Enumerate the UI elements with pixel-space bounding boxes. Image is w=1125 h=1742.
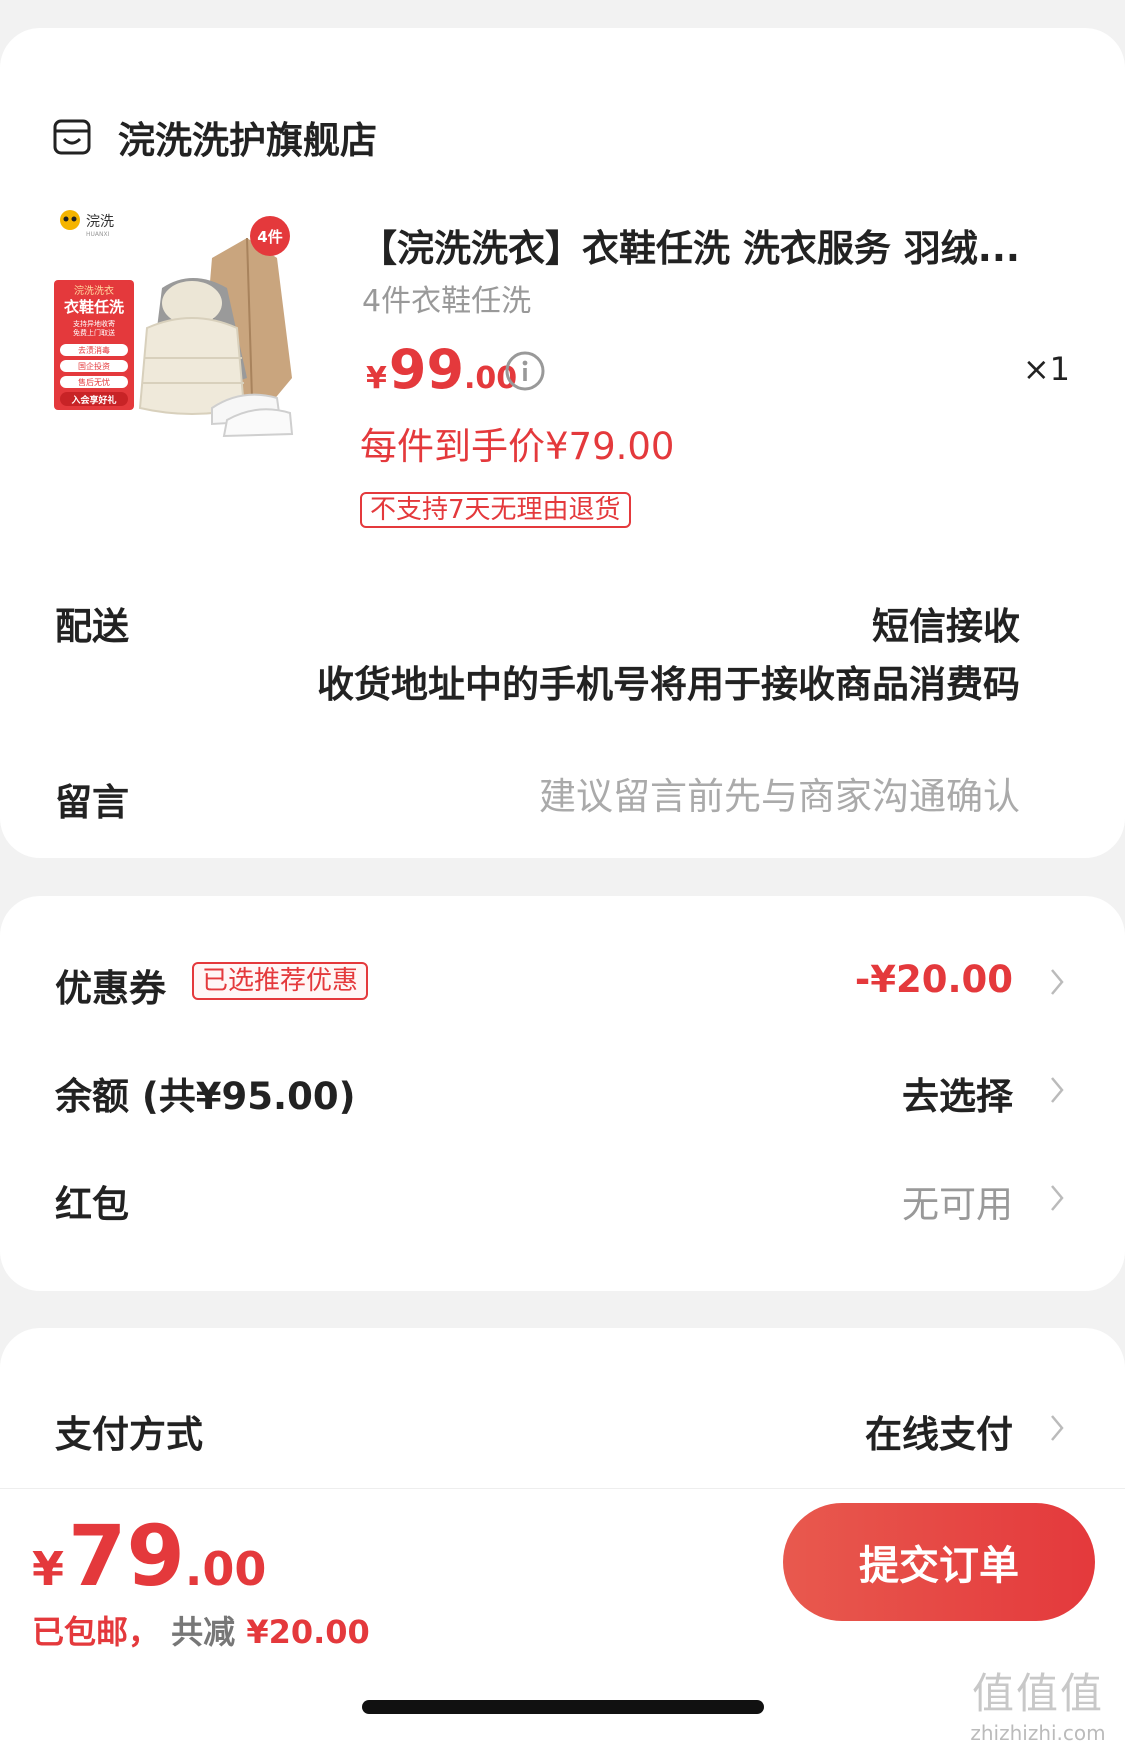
product-thumbnail[interactable]: 浣洗 HUANXI 4件 浣洗洗衣 衣鞋任洗 支持异地收寄 免费上门取送 去渍消… <box>52 198 324 470</box>
info-icon[interactable] <box>504 350 546 392</box>
watermark: 值值值 zhizhizhi.com <box>963 1660 1113 1742</box>
store-icon <box>53 119 91 155</box>
total-integer: 79 <box>68 1507 185 1605</box>
coupon-row[interactable]: 优惠券 已选推荐优惠 -¥20.00 <box>0 936 1125 1026</box>
reduced-value: ¥20.00 <box>246 1613 370 1651</box>
coupon-value: -¥20.00 <box>854 958 1013 1001</box>
message-label: 留言 <box>55 781 129 824</box>
store-header[interactable]: 浣洗洗护旗舰店 <box>52 110 377 164</box>
chevron-right-icon <box>1051 1415 1064 1441</box>
final-price: 每件到手价¥79.00 <box>360 425 675 468</box>
no-return-tag: 不支持7天无理由退货 <box>360 492 631 528</box>
thumb-banner-main: 衣鞋任洗 <box>64 298 124 316</box>
thumb-pill: 国企投资 <box>78 361 110 371</box>
balance-row[interactable]: 余额 (共¥95.00) 去选择 <box>0 1044 1125 1134</box>
price-integer: 99 <box>388 338 465 401</box>
product-spec: 4件衣鞋任洗 <box>362 284 532 319</box>
thumb-brand-sub: HUANXI <box>86 231 110 238</box>
thumb-brand: 浣洗 <box>86 214 114 230</box>
coupon-recommended-tag: 已选推荐优惠 <box>192 962 369 1000</box>
delivery-label: 配送 <box>55 605 129 648</box>
total-symbol: ¥ <box>32 1542 65 1596</box>
total-decimal: .00 <box>184 1542 267 1596</box>
discount-card: 优惠券 已选推荐优惠 -¥20.00 余额 (共¥95.00) 去选择 红包 无… <box>0 896 1125 1291</box>
order-store-card: 浣洗洗护旗舰店 浣洗 HUANXI 4件 浣洗洗衣 衣鞋任洗 支持异地收寄 免费… <box>0 28 1125 858</box>
delivery-note: 收货地址中的手机号将用于接收商品消费码 <box>317 663 1020 706</box>
chevron-right-icon <box>1051 1185 1064 1211</box>
home-indicator[interactable] <box>362 1700 764 1714</box>
balance-value: 去选择 <box>902 1075 1013 1118</box>
chevron-right-icon <box>1051 1077 1064 1103</box>
thumb-banner-sub1: 支持异地收寄 <box>73 319 115 328</box>
thumb-pill: 售后无忧 <box>78 377 110 387</box>
thumb-banner-top: 浣洗洗衣 <box>74 284 114 297</box>
thumb-bottom: 入会享好礼 <box>70 394 116 406</box>
red-packet-row[interactable]: 红包 无可用 <box>0 1152 1125 1242</box>
store-name: 浣洗洗护旗舰店 <box>118 119 377 162</box>
product-title[interactable]: 【浣洗洗衣】衣鞋任洗 洗衣服务 羽绒... <box>360 218 1060 272</box>
thumb-badge: 4件 <box>257 228 282 246</box>
coupon-label: 优惠券 <box>55 967 166 1010</box>
payment-method-value: 在线支付 <box>865 1413 1013 1456</box>
quantity: ×1 <box>1022 350 1070 388</box>
thumb-banner-sub2: 免费上门取送 <box>73 328 115 337</box>
product-image: 浣洗 HUANXI 4件 浣洗洗衣 衣鞋任洗 支持异地收寄 免费上门取送 去渍消… <box>54 210 294 438</box>
reduced-label: 共减 <box>171 1613 236 1651</box>
watermark-sub: zhizhizhi.com <box>970 1721 1106 1742</box>
red-packet-label: 红包 <box>55 1183 129 1226</box>
watermark-main: 值值值 <box>971 1669 1104 1718</box>
total-price: ¥ 79 .00 <box>32 1507 266 1605</box>
payment-method-label: 支付方式 <box>55 1413 203 1456</box>
red-packet-value: 无可用 <box>902 1183 1013 1226</box>
savings-summary: 已包邮， 共减 ¥20.00 <box>32 1607 370 1653</box>
price-symbol: ¥ <box>366 361 387 396</box>
balance-label: 余额 (共¥95.00) <box>55 1075 356 1118</box>
chevron-right-icon <box>1051 969 1064 995</box>
submit-order-button[interactable]: 提交订单 <box>783 1503 1095 1621</box>
delivery-value: 短信接收 <box>872 605 1020 648</box>
message-input[interactable] <box>400 768 1020 824</box>
thumb-pill: 去渍消毒 <box>78 345 110 355</box>
product-price: ¥ 99 .00 <box>366 338 517 401</box>
free-shipping-text: 已包邮， <box>32 1613 161 1651</box>
payment-method-row[interactable]: 支付方式 在线支付 <box>0 1382 1125 1472</box>
